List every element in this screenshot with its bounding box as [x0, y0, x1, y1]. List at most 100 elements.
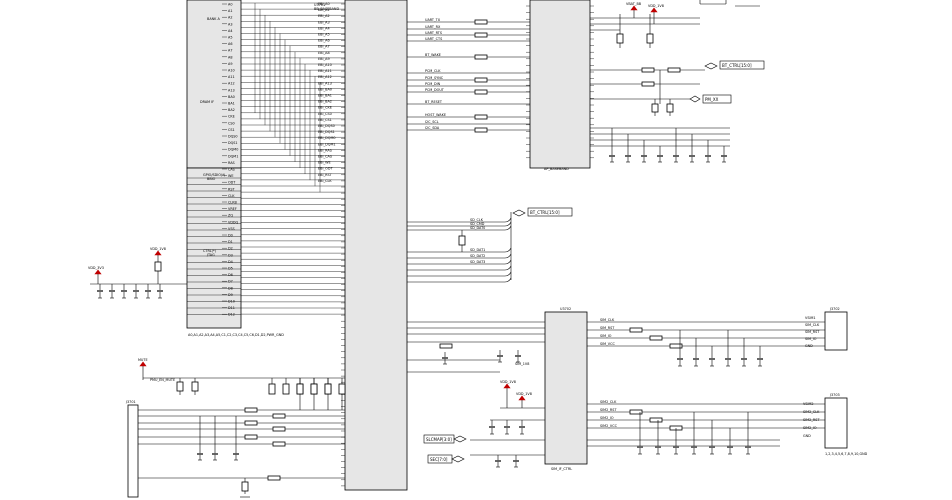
- vdd-left2-label: VDD_3V3: [88, 266, 104, 270]
- left-bank: BANK A DRAM IF GPIO/SDIO(*) BBIO CTRL(*)…: [186, 0, 284, 337]
- vdd-left2-arrow-icon: [94, 269, 102, 275]
- vdd-bm-label: VDD_1V8: [500, 380, 516, 384]
- svg-text:PM_XX: PM_XX: [705, 97, 719, 102]
- mid-signal-label: UART_TX: [425, 18, 441, 22]
- bus-net-label: EBI_DQM1: [318, 142, 336, 146]
- j3703-body: [824, 397, 848, 449]
- svg-text:SEC[7:0]: SEC[7:0]: [430, 457, 448, 462]
- left-pin-label: BA0: [228, 95, 235, 99]
- left-cap-group: VDD_1V8 VDD_3V3: [88, 247, 187, 299]
- mid-signal-label: PCM_DOUT: [425, 88, 445, 92]
- chip-u3702: U3702 SIM_IF_CTRL: [544, 307, 588, 471]
- bus-net-label: EBI_CLK: [318, 179, 332, 183]
- left-pin-label: A2: [228, 16, 232, 20]
- j3702-pin-label: SIM_RST: [805, 330, 820, 334]
- mid-signal-label: BT_WAKE: [425, 53, 441, 57]
- sdio-bus: SD_CLKSD_CMDSD_DAT0SD_DAT1SD_DAT2SD_DAT3: [407, 212, 512, 283]
- left-pin-label: D4: [228, 260, 233, 264]
- left-pin-label: CAS: [228, 168, 235, 172]
- bus-net-label: EBI_A10: [318, 63, 332, 67]
- bus-net-label: EBI_CAS: [318, 155, 332, 159]
- bus-net-label: EBI_CKE: [318, 106, 332, 110]
- mid-signal-label: UART_RX: [425, 25, 441, 29]
- vdd-bm2-label: VDD_1V8: [516, 392, 532, 396]
- left-pin-label: A13: [228, 88, 235, 92]
- bus-net-label: EBI_DQS0: [318, 124, 335, 128]
- connector-j3702: J3702 VSIM1 SIM_CLK SIM_RST SIM_IO GND: [805, 307, 848, 351]
- sim-net-label: SIM_IO: [600, 334, 612, 338]
- chip-u3701: U3701 BB_BASEBAND: [314, 0, 408, 491]
- u3702-name: SIM_IF_CTRL: [551, 467, 572, 471]
- bus-net-label: EBI_CS1: [318, 118, 332, 122]
- bus-net-label: EBI_A7: [318, 45, 330, 49]
- left-pin-label: D5: [228, 267, 233, 271]
- u3702-ref: U3702: [560, 307, 571, 311]
- ctrl-block2-label: JTAG: [206, 253, 215, 257]
- j3702-body: [824, 311, 848, 351]
- left-pin-label: A5: [228, 36, 232, 40]
- j3703-pin-label: GND: [803, 434, 811, 438]
- sdio-net-label: SD_DAT3: [470, 260, 485, 264]
- left-pin-label: ODT: [228, 181, 236, 185]
- bank-b-label: DRAM IF: [200, 100, 214, 104]
- sd-connector-body: [127, 404, 139, 498]
- vdd-left-label: VDD_1V8: [150, 247, 166, 251]
- left-pin-label: A9: [228, 62, 232, 66]
- left-pin-label: DQS1: [228, 141, 238, 145]
- left-pin-label: A8: [228, 55, 232, 59]
- sim-net-label: SIM_VCC: [600, 342, 615, 346]
- mute-arrow-icon: [139, 361, 147, 367]
- resistor-ladder: [138, 377, 346, 498]
- sim-routing: SIM_CLK SIM_RST SIM_IO SIM_VCC SIM2_CLK SIM2_…: [407, 318, 825, 455]
- vdd-bm2-arrow-icon: [518, 395, 526, 401]
- bus-net-label: EBI_BA1: [318, 94, 332, 98]
- left-pin-label: D12: [228, 313, 235, 317]
- sdio-net-label: SD_DAT1: [470, 248, 485, 252]
- left-pin-label: RAS: [228, 161, 235, 165]
- bus-net-label: EBI_A5: [318, 33, 330, 37]
- bus-net-label: EBI_ODT: [318, 167, 333, 171]
- u3702-body: [544, 311, 588, 465]
- sd-connector-ref: J3701: [125, 400, 136, 404]
- conn-note: 1,2,3,4,5,6,7,8,9,10,GND: [825, 452, 868, 456]
- left-pin-label: A0: [228, 3, 232, 7]
- net-tag-sec: SEC[7:0]: [427, 454, 465, 464]
- bus-net-label: EBI_RST: [318, 173, 333, 177]
- left-pin-label: D3: [228, 253, 233, 257]
- svg-text:BT_CTRL[15:0]: BT_CTRL[15:0]: [722, 63, 752, 68]
- u3700-body: [529, 0, 591, 169]
- j3703-ref: J3703: [829, 393, 840, 397]
- j3702-pin-label: SIM_CLK: [805, 323, 820, 327]
- svg-text:SLCMAP[3:0]: SLCMAP[3:0]: [426, 437, 452, 442]
- mid-signal-label: HOST_WAKE: [425, 113, 446, 117]
- j3703-pin-label: VSIM2: [803, 402, 814, 406]
- vbat-label: VBAT_BB: [626, 2, 642, 6]
- bus-net-label: EBI_BA0: [318, 87, 332, 91]
- j3703-pins: VSIM2 SIM2_CLK SIM2_RST SIM2_IO GND: [803, 402, 820, 438]
- sim2-net-label: SIM2_CLK: [600, 400, 617, 404]
- bus-net-label: EBI_A13: [318, 81, 332, 85]
- mid-signal-label: PCM_CLK: [425, 69, 441, 73]
- net-tag-bt-ctrl-b: BT_CTRL[15:0]: [512, 207, 573, 217]
- sdio-net-label: SD_DAT2: [470, 254, 485, 258]
- svg-text:BT_CTRL[15:0]: BT_CTRL[15:0]: [530, 210, 560, 215]
- schematic-canvas: BANK A DRAM IF GPIO/SDIO(*) BBIO CTRL(*)…: [88, 0, 868, 498]
- left-pin-label: CS1: [228, 128, 235, 132]
- left-bank-lower: [186, 167, 242, 329]
- bus-net-label: EBI_DQM0: [318, 136, 336, 140]
- bus-net-label: EBI_BA2: [318, 100, 332, 104]
- left-pin-label: D7: [228, 280, 233, 284]
- vdd-top-arrow-icon: [650, 7, 658, 13]
- left-pin-label: CS0: [228, 121, 235, 125]
- j3703-pin-label: SIM2_IO: [803, 426, 817, 430]
- mid-signal-label: UART_CTS: [425, 37, 442, 41]
- bus-net-label: EBI_A8: [318, 51, 330, 55]
- left-pin-label: A3: [228, 22, 232, 26]
- u3701-body: [344, 0, 408, 491]
- net-tag-pm: PM_XX: [689, 94, 732, 104]
- sim2-net-label: SIM2_VCC: [600, 424, 618, 428]
- left-decoupling-caps: [97, 261, 163, 299]
- left-pin-label: RST: [228, 187, 236, 191]
- bus-net-label: EBI_A12: [318, 75, 332, 79]
- mid-signal-label: PCM_DIN: [425, 82, 441, 86]
